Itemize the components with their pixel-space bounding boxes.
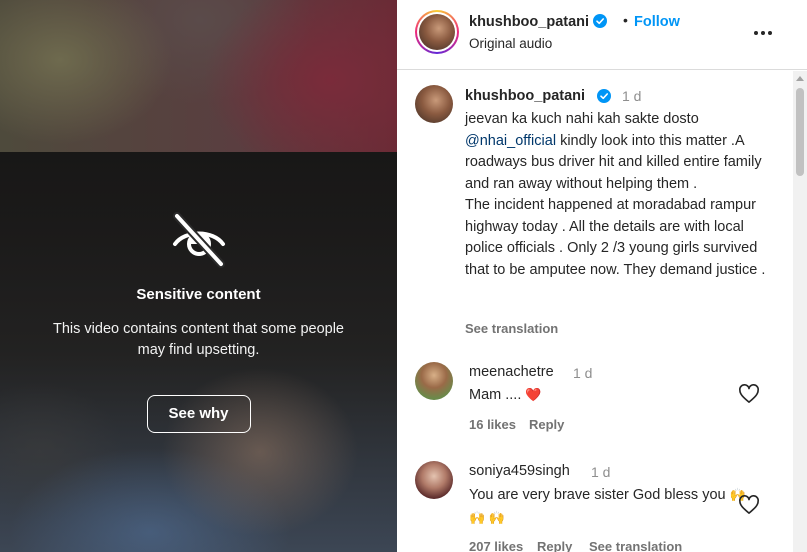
comment-timestamp[interactable]: 1 d — [573, 365, 592, 381]
header-separator: • — [623, 12, 628, 28]
see-why-button[interactable]: See why — [146, 395, 251, 433]
sensitive-content-overlay: Sensitive content This video contains co… — [0, 210, 397, 433]
commenter-avatar[interactable] — [415, 362, 453, 400]
post-header: khushboo_patani • Follow Original audio — [397, 0, 807, 70]
video-visible-top — [0, 0, 397, 152]
comment-likes-count[interactable]: 16 likes — [469, 417, 516, 432]
caption-username[interactable]: khushboo_patani — [465, 88, 585, 104]
caption-text: jeevan ka kuch nahi kah sakte dosto @nha… — [465, 109, 785, 281]
comment-reply-button[interactable]: Reply — [529, 417, 564, 432]
verified-badge-icon — [593, 14, 608, 28]
scrollbar-thumb[interactable] — [796, 88, 804, 176]
sensitive-content-title: Sensitive content — [136, 286, 261, 303]
avatar — [419, 14, 455, 50]
like-heart-icon[interactable] — [738, 384, 760, 404]
caption-timestamp[interactable]: 1 d — [622, 88, 641, 104]
follow-button[interactable]: Follow — [634, 14, 680, 30]
see-translation-link[interactable]: See translation — [589, 539, 682, 552]
eye-slash-icon — [172, 212, 225, 268]
author-username[interactable]: khushboo_patani — [469, 14, 589, 30]
verified-badge-icon — [597, 89, 611, 103]
author-avatar-story-ring[interactable] — [415, 10, 459, 54]
commenter-avatar[interactable] — [415, 461, 453, 499]
comment-likes-count[interactable]: 207 likes — [469, 539, 523, 552]
post-side-panel: khushboo_patani • Follow Original audio … — [397, 0, 807, 552]
sensitive-content-description: This video contains content that some pe… — [53, 321, 344, 358]
like-heart-icon[interactable] — [738, 495, 760, 515]
original-audio-link[interactable]: Original audio — [469, 36, 552, 51]
comments-scroll-area[interactable]: khushboo_patani 1 d jeevan ka kuch nahi … — [397, 71, 807, 552]
comment-username[interactable]: meenachetre — [469, 364, 554, 380]
see-translation-link[interactable]: See translation — [465, 321, 558, 336]
video-media[interactable]: Sensitive content This video contains co… — [0, 0, 397, 552]
heart-emoji: ❤️ — [525, 387, 542, 402]
caption-text-part: jeevan ka kuch nahi kah sakte dosto — [465, 111, 699, 127]
comment-text-body: Mam .... — [469, 387, 522, 403]
caption-author-avatar[interactable] — [415, 85, 453, 123]
comment-text: Mam .... ❤️ — [469, 384, 542, 407]
scroll-up-arrow-icon[interactable] — [796, 76, 804, 81]
caption-text-part: The incident happened at moradabad rampu… — [465, 197, 766, 278]
comment-reply-button[interactable]: Reply — [537, 539, 572, 552]
mention-link[interactable]: @nhai_official — [465, 133, 556, 149]
comment-text-body: You are very brave sister God bless you — [469, 487, 726, 503]
comment-username[interactable]: soniya459singh — [469, 463, 570, 479]
more-options-icon[interactable] — [753, 30, 773, 36]
comment-timestamp[interactable]: 1 d — [591, 464, 610, 480]
comment-text: You are very brave sister God bless you … — [469, 484, 749, 529]
